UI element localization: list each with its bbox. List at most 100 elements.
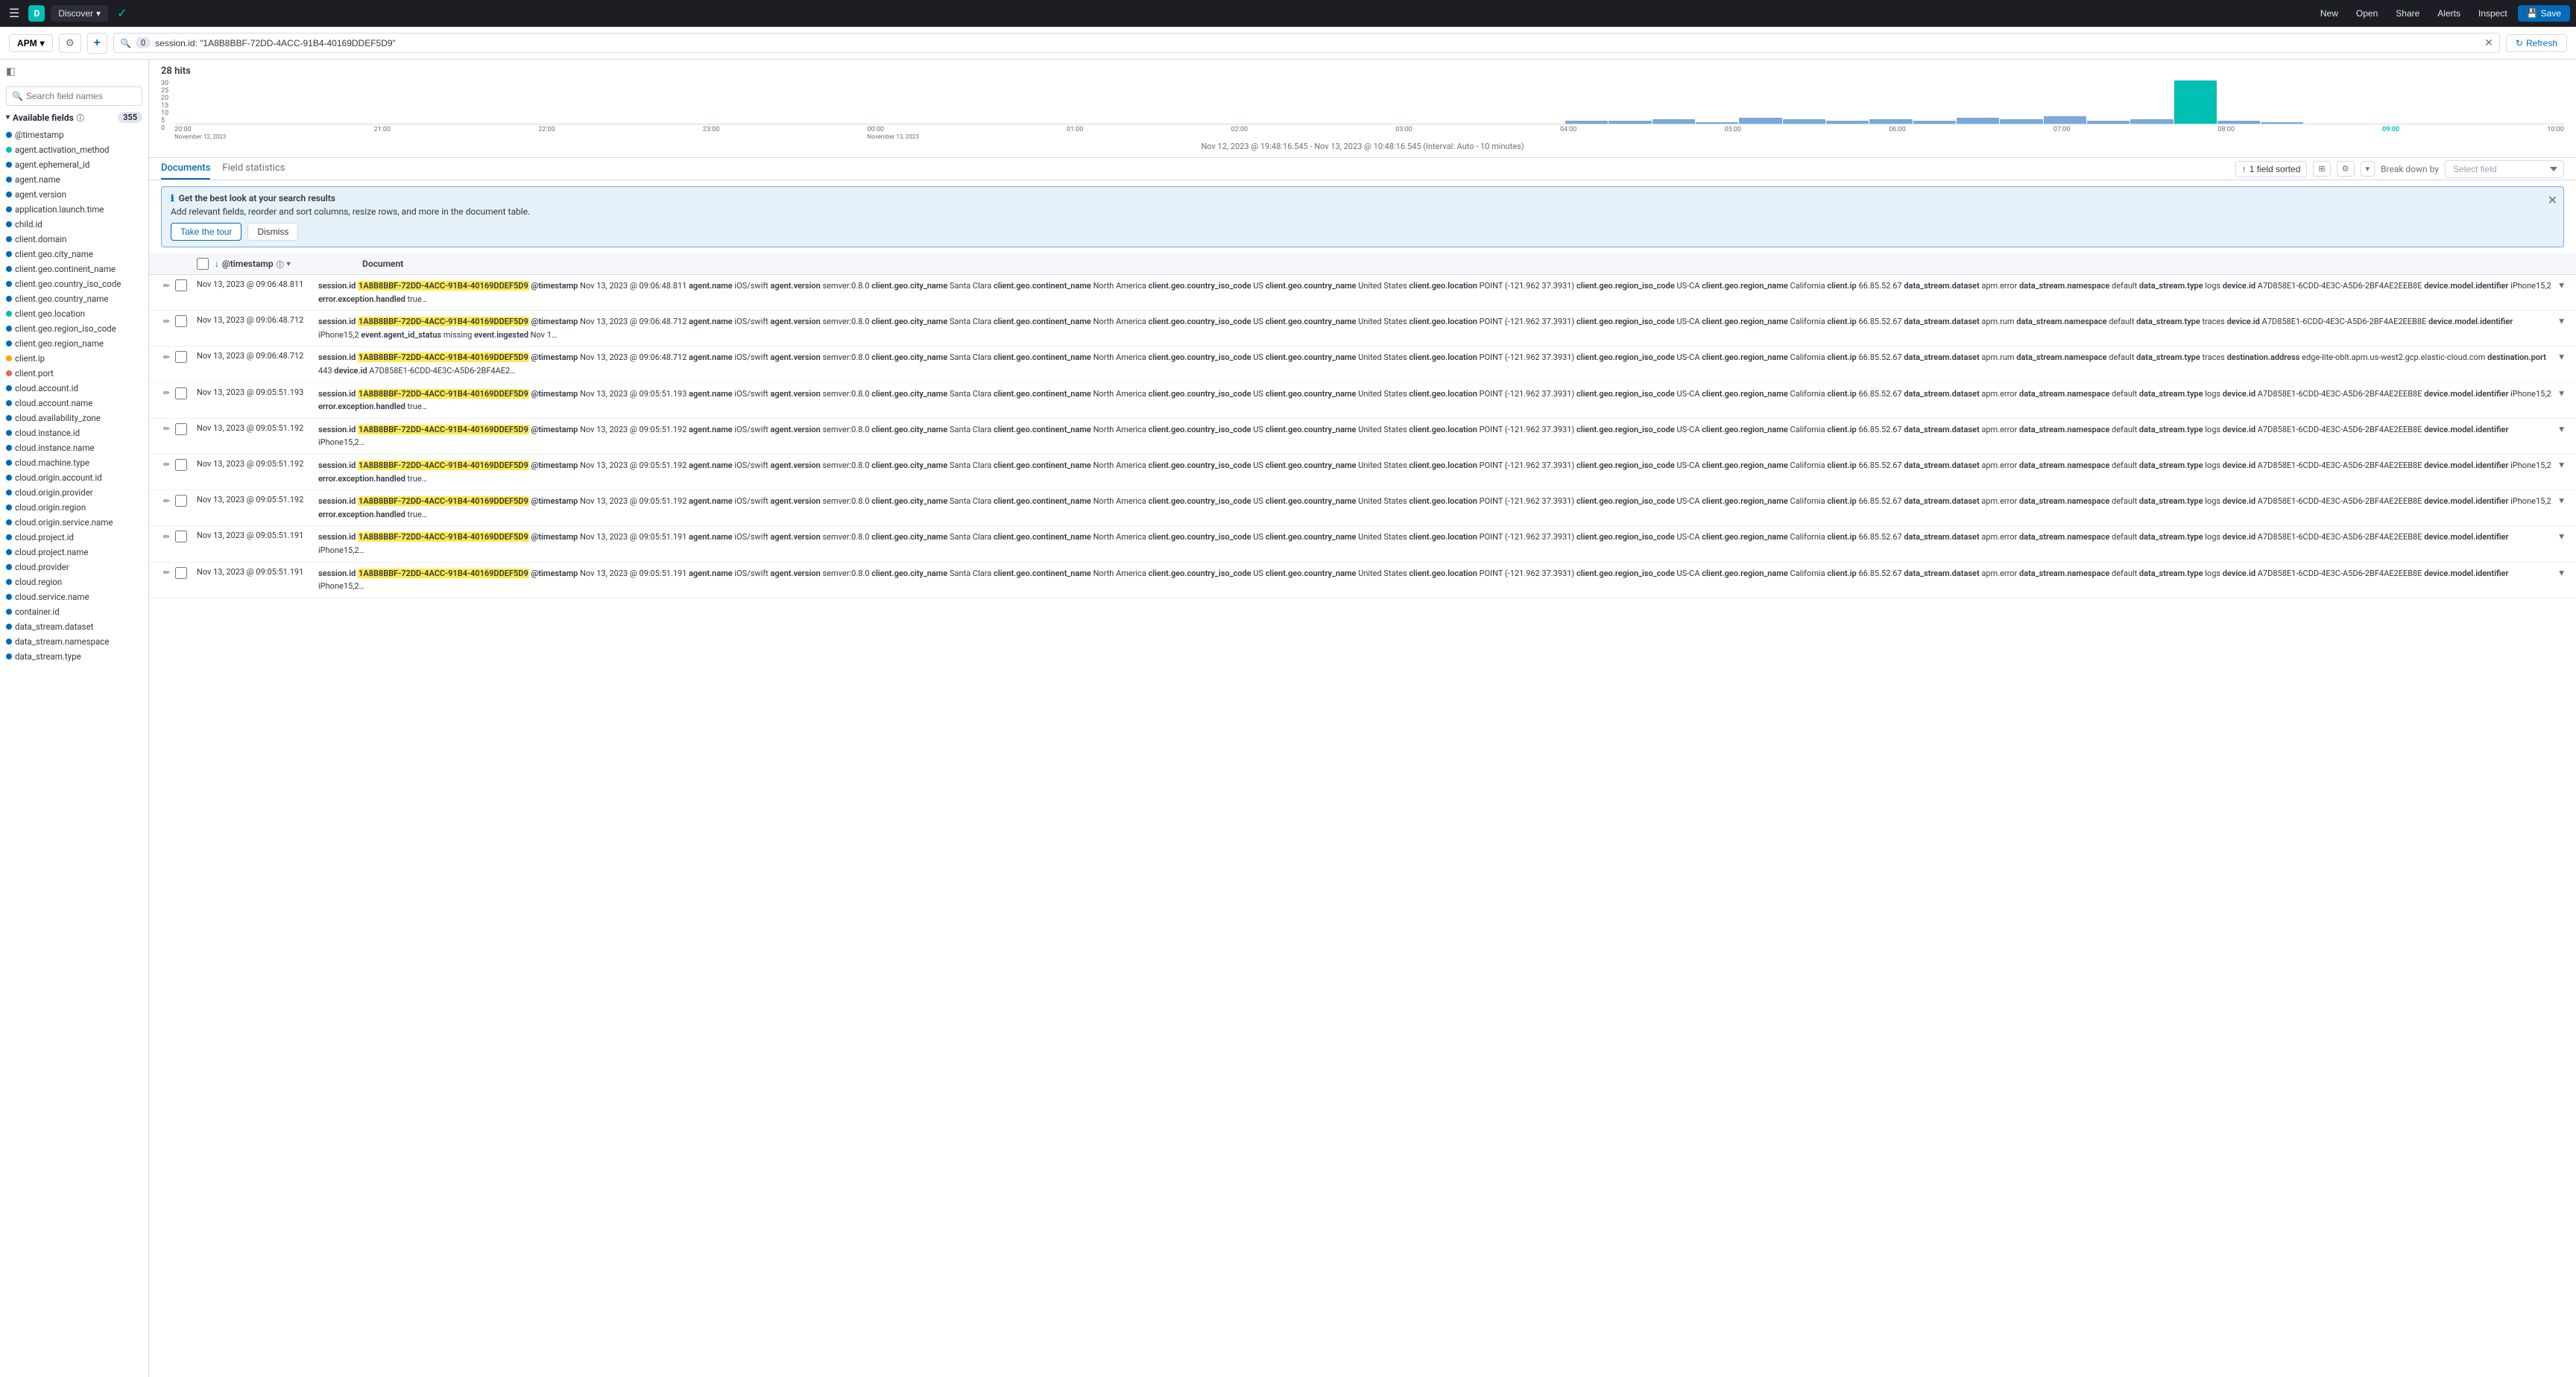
chart-bar[interactable] bbox=[2174, 80, 2217, 124]
chart-bar[interactable] bbox=[1696, 122, 1738, 124]
sidebar-field-item[interactable]: cloud.instance.name bbox=[0, 440, 148, 455]
chart-bar[interactable] bbox=[2087, 121, 2130, 124]
row-checkbox[interactable] bbox=[175, 423, 187, 435]
row-checkbox[interactable] bbox=[175, 351, 187, 363]
select-field-dropdown[interactable]: Select field bbox=[2445, 160, 2564, 178]
row-checkbox[interactable] bbox=[175, 567, 187, 579]
sidebar-field-item[interactable]: child.id bbox=[0, 217, 148, 232]
sidebar-field-item[interactable]: agent.version bbox=[0, 187, 148, 202]
available-fields-toggle[interactable]: ▾ Available fields ⓘ 355 bbox=[0, 109, 148, 126]
save-button[interactable]: 💾 Save bbox=[2518, 5, 2570, 22]
dismiss-button[interactable]: Dismiss bbox=[247, 223, 298, 241]
chart-bar[interactable] bbox=[1869, 119, 1912, 124]
sidebar-field-item[interactable]: cloud.origin.service.name bbox=[0, 515, 148, 530]
chart-bar[interactable] bbox=[2130, 119, 2173, 124]
sidebar-field-item[interactable]: client.ip bbox=[0, 351, 148, 366]
edit-row-button[interactable]: ✏ bbox=[161, 387, 172, 399]
sidebar-field-item[interactable]: container.id bbox=[0, 604, 148, 619]
sidebar-field-item[interactable]: cloud.machine.type bbox=[0, 455, 148, 470]
sidebar-field-item[interactable]: agent.ephemeral_id bbox=[0, 157, 148, 172]
sidebar-field-item[interactable]: client.geo.region_name bbox=[0, 336, 148, 351]
search-input[interactable] bbox=[155, 38, 2480, 48]
sidebar-field-item[interactable]: data_stream.dataset bbox=[0, 619, 148, 634]
edit-row-button[interactable]: ✏ bbox=[161, 459, 172, 470]
add-filter-button[interactable]: + bbox=[87, 33, 107, 54]
sidebar-field-item[interactable]: data_stream.type bbox=[0, 649, 148, 664]
settings-button[interactable]: ⚙ bbox=[2337, 161, 2355, 177]
tab-field-statistics[interactable]: Field statistics bbox=[222, 158, 285, 180]
chart-bar[interactable] bbox=[2044, 116, 2086, 124]
sidebar-field-item[interactable]: cloud.instance.id bbox=[0, 425, 148, 440]
sidebar-field-item[interactable]: client.geo.continent_name bbox=[0, 262, 148, 276]
sidebar-field-item[interactable]: client.geo.country_name bbox=[0, 291, 148, 306]
row-checkbox[interactable] bbox=[175, 315, 187, 327]
tab-documents[interactable]: Documents bbox=[161, 158, 210, 180]
sidebar-field-item[interactable]: cloud.provider bbox=[0, 560, 148, 574]
chart-bar[interactable] bbox=[1957, 118, 1999, 124]
row-checkbox[interactable] bbox=[175, 459, 187, 471]
th-timestamp[interactable]: ↓ @timestamp ⓘ ▾ bbox=[215, 259, 356, 270]
edit-row-button[interactable]: ✏ bbox=[161, 496, 172, 507]
expand-row-button[interactable]: ▾ bbox=[2559, 315, 2564, 327]
edit-row-button[interactable]: ✏ bbox=[161, 316, 172, 327]
search-fields-input[interactable] bbox=[6, 86, 142, 106]
sidebar-field-item[interactable]: cloud.project.id bbox=[0, 530, 148, 545]
chart-bar[interactable] bbox=[1826, 121, 1869, 124]
edit-row-button[interactable]: ✏ bbox=[161, 352, 172, 363]
sidebar-field-item[interactable]: cloud.project.name bbox=[0, 545, 148, 560]
expand-row-button[interactable]: ▾ bbox=[2559, 567, 2564, 579]
chart-bar[interactable] bbox=[2261, 122, 2303, 124]
sidebar-field-item[interactable]: @timestamp bbox=[0, 127, 148, 142]
share-button[interactable]: Share bbox=[2388, 5, 2427, 22]
edit-row-button[interactable]: ✏ bbox=[161, 280, 172, 291]
expand-row-button[interactable]: ▾ bbox=[2559, 387, 2564, 399]
sidebar-field-item[interactable]: client.domain bbox=[0, 232, 148, 247]
sidebar-field-item[interactable]: cloud.region bbox=[0, 574, 148, 589]
chart-bar[interactable] bbox=[1565, 121, 1608, 124]
sidebar-field-item[interactable]: application.launch.time bbox=[0, 202, 148, 217]
select-all-checkbox[interactable] bbox=[197, 258, 209, 270]
close-banner-button[interactable]: ✕ bbox=[2548, 193, 2557, 208]
expand-row-button[interactable]: ▾ bbox=[2559, 495, 2564, 507]
sidebar-field-item[interactable]: client.geo.region_iso_code bbox=[0, 321, 148, 336]
chart-bar[interactable] bbox=[1913, 121, 1956, 124]
apm-dropdown[interactable]: APM ▾ bbox=[9, 34, 53, 52]
sidebar-field-item[interactable]: cloud.account.id bbox=[0, 381, 148, 396]
chart-bar[interactable] bbox=[1609, 121, 1651, 124]
edit-row-button[interactable]: ✏ bbox=[161, 567, 172, 578]
clear-search-button[interactable]: ✕ bbox=[2484, 37, 2493, 49]
sidebar-field-item[interactable]: cloud.origin.account.id bbox=[0, 470, 148, 485]
sidebar-field-item[interactable]: cloud.account.name bbox=[0, 396, 148, 411]
sidebar-field-item[interactable]: data_stream.namespace bbox=[0, 634, 148, 649]
sidebar-field-item[interactable]: cloud.origin.provider bbox=[0, 485, 148, 500]
discover-button[interactable]: Discover ▾ bbox=[51, 5, 108, 22]
check-icon[interactable]: ✓ bbox=[114, 3, 130, 24]
sidebar-field-item[interactable]: cloud.service.name bbox=[0, 589, 148, 604]
new-button[interactable]: New bbox=[2313, 5, 2346, 22]
field-sorted-button[interactable]: ↑ 1 field sorted bbox=[2235, 161, 2308, 177]
expand-row-button[interactable]: ▾ bbox=[2559, 459, 2564, 471]
edit-row-button[interactable]: ✏ bbox=[161, 423, 172, 434]
take-tour-button[interactable]: Take the tour bbox=[171, 223, 242, 241]
chart-bar[interactable] bbox=[1652, 119, 1695, 124]
expand-row-button[interactable]: ▾ bbox=[2559, 351, 2564, 363]
row-checkbox[interactable] bbox=[175, 495, 187, 507]
row-checkbox[interactable] bbox=[175, 387, 187, 399]
expand-row-button[interactable]: ▾ bbox=[2559, 423, 2564, 435]
chart-bar[interactable] bbox=[2000, 119, 2042, 124]
sidebar-field-item[interactable]: cloud.origin.region bbox=[0, 500, 148, 515]
expand-row-button[interactable]: ▾ bbox=[2559, 531, 2564, 542]
sidebar-field-item[interactable]: cloud.availability_zone bbox=[0, 411, 148, 425]
sidebar-field-item[interactable]: client.geo.location bbox=[0, 306, 148, 321]
chart-bar[interactable] bbox=[1783, 119, 1825, 124]
row-checkbox[interactable] bbox=[175, 279, 187, 291]
sidebar-field-item[interactable]: client.geo.city_name bbox=[0, 247, 148, 262]
filter-button[interactable]: ⚙ bbox=[59, 34, 81, 53]
sidebar-field-item[interactable]: agent.name bbox=[0, 172, 148, 187]
breakdown-dropdown-icon[interactable]: ▾ bbox=[2361, 161, 2375, 177]
chart-bar[interactable] bbox=[1739, 118, 1781, 124]
sidebar-toggle-button[interactable]: ◧ bbox=[6, 66, 16, 77]
open-button[interactable]: Open bbox=[2349, 5, 2385, 22]
row-checkbox[interactable] bbox=[175, 531, 187, 542]
refresh-button[interactable]: ↻ Refresh bbox=[2506, 34, 2567, 52]
